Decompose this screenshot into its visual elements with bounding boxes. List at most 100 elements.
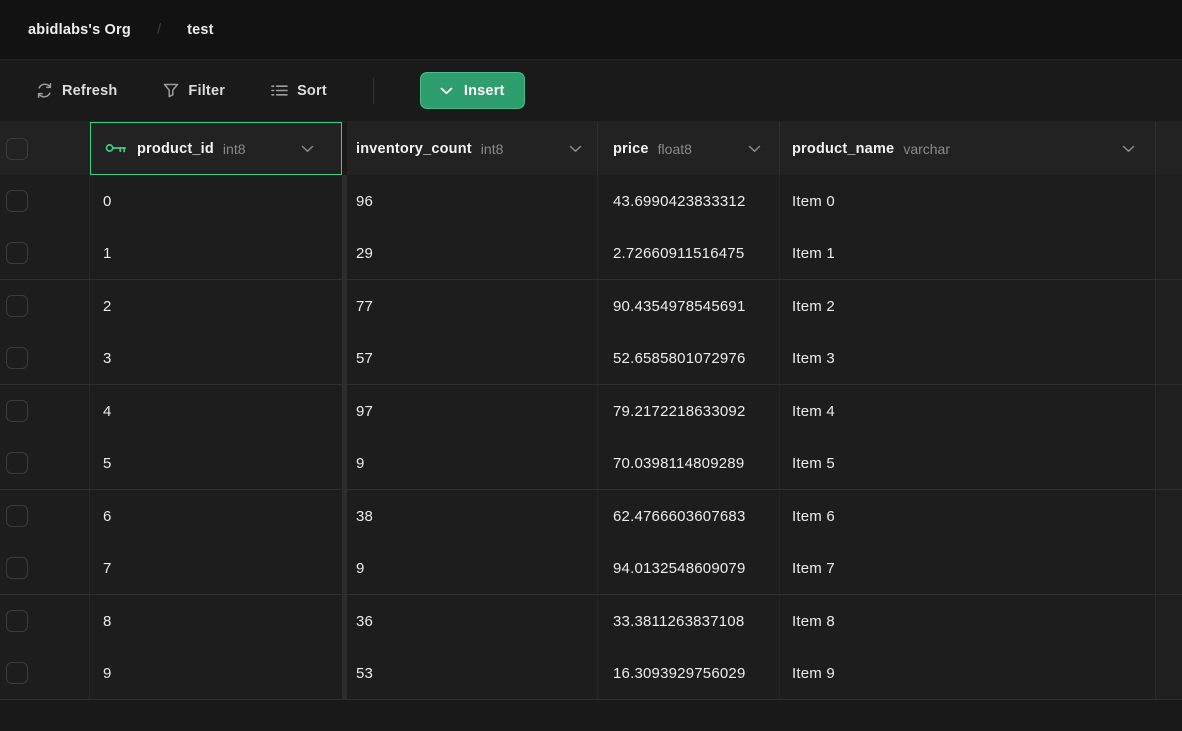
cell-price[interactable]: 70.0398114809289 bbox=[597, 437, 779, 489]
row-checkbox[interactable] bbox=[6, 242, 28, 264]
cell-product-id[interactable]: 5 bbox=[90, 437, 342, 489]
cell-filler bbox=[1155, 490, 1182, 542]
row-group: 6 38 62.4766603607683 Item 6 7 9 94.0132… bbox=[0, 490, 1182, 595]
column-type: varchar bbox=[903, 141, 950, 157]
cell-filler bbox=[1155, 595, 1182, 647]
table-row: 4 97 79.2172218633092 Item 4 bbox=[0, 385, 1182, 437]
cell-inventory-count[interactable]: 53 bbox=[347, 647, 597, 699]
grid-header-row: product_id int8 inventory_count int8 bbox=[0, 122, 1182, 175]
cell-inventory-count[interactable]: 36 bbox=[347, 595, 597, 647]
row-group: 8 36 33.3811263837108 Item 8 9 53 16.309… bbox=[0, 595, 1182, 700]
cell-product-id[interactable]: 8 bbox=[90, 595, 342, 647]
table-row: 7 9 94.0132548609079 Item 7 bbox=[0, 542, 1182, 594]
table-row: 3 57 52.6585801072976 Item 3 bbox=[0, 332, 1182, 384]
column-header-price[interactable]: price float8 bbox=[597, 122, 779, 175]
cell-filler bbox=[1155, 647, 1182, 699]
cell-inventory-count[interactable]: 9 bbox=[347, 542, 597, 594]
row-checkbox[interactable] bbox=[6, 505, 28, 527]
cell-inventory-count[interactable]: 77 bbox=[347, 280, 597, 332]
row-checkbox[interactable] bbox=[6, 557, 28, 579]
cell-product-name[interactable]: Item 7 bbox=[779, 542, 1155, 594]
cell-inventory-count[interactable]: 96 bbox=[347, 175, 597, 227]
cell-product-name[interactable]: Item 4 bbox=[779, 385, 1155, 437]
column-header-product-name[interactable]: product_name varchar bbox=[779, 122, 1155, 175]
breadcrumb-table[interactable]: test bbox=[187, 22, 214, 38]
row-checkbox[interactable] bbox=[6, 452, 28, 474]
cell-price[interactable]: 90.4354978545691 bbox=[597, 280, 779, 332]
cell-inventory-count[interactable]: 29 bbox=[347, 227, 597, 279]
chevron-down-icon bbox=[440, 82, 453, 100]
cell-product-id[interactable]: 2 bbox=[90, 280, 342, 332]
filter-icon bbox=[163, 83, 179, 98]
cell-price[interactable]: 43.6990423833312 bbox=[597, 175, 779, 227]
filter-button[interactable]: Filter bbox=[163, 83, 225, 99]
select-all-cell bbox=[0, 122, 90, 175]
breadcrumb-org[interactable]: abidlabs's Org bbox=[28, 22, 131, 38]
cell-filler bbox=[1155, 227, 1182, 279]
cell-product-name[interactable]: Item 0 bbox=[779, 175, 1155, 227]
cell-inventory-count[interactable]: 57 bbox=[347, 332, 597, 384]
row-group: 2 77 90.4354978545691 Item 2 3 57 52.658… bbox=[0, 280, 1182, 385]
cell-inventory-count[interactable]: 97 bbox=[347, 385, 597, 437]
cell-product-id[interactable]: 9 bbox=[90, 647, 342, 699]
column-name: price bbox=[613, 141, 649, 157]
row-select-cell bbox=[0, 227, 90, 279]
sort-button[interactable]: Sort bbox=[271, 83, 327, 99]
grid-header-filler bbox=[1155, 122, 1182, 175]
cell-filler bbox=[1155, 280, 1182, 332]
cell-inventory-count[interactable]: 9 bbox=[347, 437, 597, 489]
breadcrumb: abidlabs's Org / test bbox=[0, 0, 1182, 60]
cell-product-id[interactable]: 0 bbox=[90, 175, 342, 227]
column-menu-chevron-icon[interactable] bbox=[569, 145, 582, 153]
column-menu-chevron-icon[interactable] bbox=[748, 145, 761, 153]
column-type: float8 bbox=[658, 141, 692, 157]
cell-product-name[interactable]: Item 6 bbox=[779, 490, 1155, 542]
cell-product-id[interactable]: 1 bbox=[90, 227, 342, 279]
row-select-cell bbox=[0, 385, 90, 437]
cell-inventory-count[interactable]: 38 bbox=[347, 490, 597, 542]
row-checkbox[interactable] bbox=[6, 400, 28, 422]
row-group: 4 97 79.2172218633092 Item 4 5 9 70.0398… bbox=[0, 385, 1182, 490]
insert-button[interactable]: Insert bbox=[420, 72, 525, 109]
cell-price[interactable]: 79.2172218633092 bbox=[597, 385, 779, 437]
cell-filler bbox=[1155, 542, 1182, 594]
breadcrumb-separator: / bbox=[157, 21, 161, 38]
data-grid: product_id int8 inventory_count int8 bbox=[0, 122, 1182, 700]
cell-product-name[interactable]: Item 3 bbox=[779, 332, 1155, 384]
cell-product-name[interactable]: Item 8 bbox=[779, 595, 1155, 647]
row-checkbox[interactable] bbox=[6, 662, 28, 684]
row-checkbox[interactable] bbox=[6, 295, 28, 317]
row-checkbox[interactable] bbox=[6, 347, 28, 369]
cell-product-name[interactable]: Item 9 bbox=[779, 647, 1155, 699]
table-row: 2 77 90.4354978545691 Item 2 bbox=[0, 280, 1182, 332]
cell-product-id[interactable]: 3 bbox=[90, 332, 342, 384]
cell-price[interactable]: 16.3093929756029 bbox=[597, 647, 779, 699]
select-all-checkbox[interactable] bbox=[6, 138, 28, 160]
cell-product-name[interactable]: Item 1 bbox=[779, 227, 1155, 279]
cell-product-name[interactable]: Item 5 bbox=[779, 437, 1155, 489]
cell-price[interactable]: 62.4766603607683 bbox=[597, 490, 779, 542]
column-name: inventory_count bbox=[356, 141, 472, 157]
table-row: 0 96 43.6990423833312 Item 0 bbox=[0, 175, 1182, 227]
cell-price[interactable]: 33.3811263837108 bbox=[597, 595, 779, 647]
cell-price[interactable]: 94.0132548609079 bbox=[597, 542, 779, 594]
cell-filler bbox=[1155, 332, 1182, 384]
column-menu-chevron-icon[interactable] bbox=[301, 145, 314, 153]
row-select-cell bbox=[0, 647, 90, 699]
column-header-inventory-count[interactable]: inventory_count int8 bbox=[347, 122, 597, 175]
row-checkbox[interactable] bbox=[6, 610, 28, 632]
cell-product-id[interactable]: 7 bbox=[90, 542, 342, 594]
row-select-cell bbox=[0, 490, 90, 542]
cell-price[interactable]: 2.72660911516475 bbox=[597, 227, 779, 279]
cell-product-name[interactable]: Item 2 bbox=[779, 280, 1155, 332]
cell-price[interactable]: 52.6585801072976 bbox=[597, 332, 779, 384]
sort-icon bbox=[271, 84, 288, 97]
cell-product-id[interactable]: 4 bbox=[90, 385, 342, 437]
refresh-button[interactable]: Refresh bbox=[36, 82, 117, 99]
column-header-product-id[interactable]: product_id int8 bbox=[90, 122, 342, 175]
column-menu-chevron-icon[interactable] bbox=[1122, 145, 1135, 153]
footer-bar bbox=[0, 700, 1182, 731]
row-checkbox[interactable] bbox=[6, 190, 28, 212]
cell-product-id[interactable]: 6 bbox=[90, 490, 342, 542]
column-name: product_name bbox=[792, 141, 894, 157]
